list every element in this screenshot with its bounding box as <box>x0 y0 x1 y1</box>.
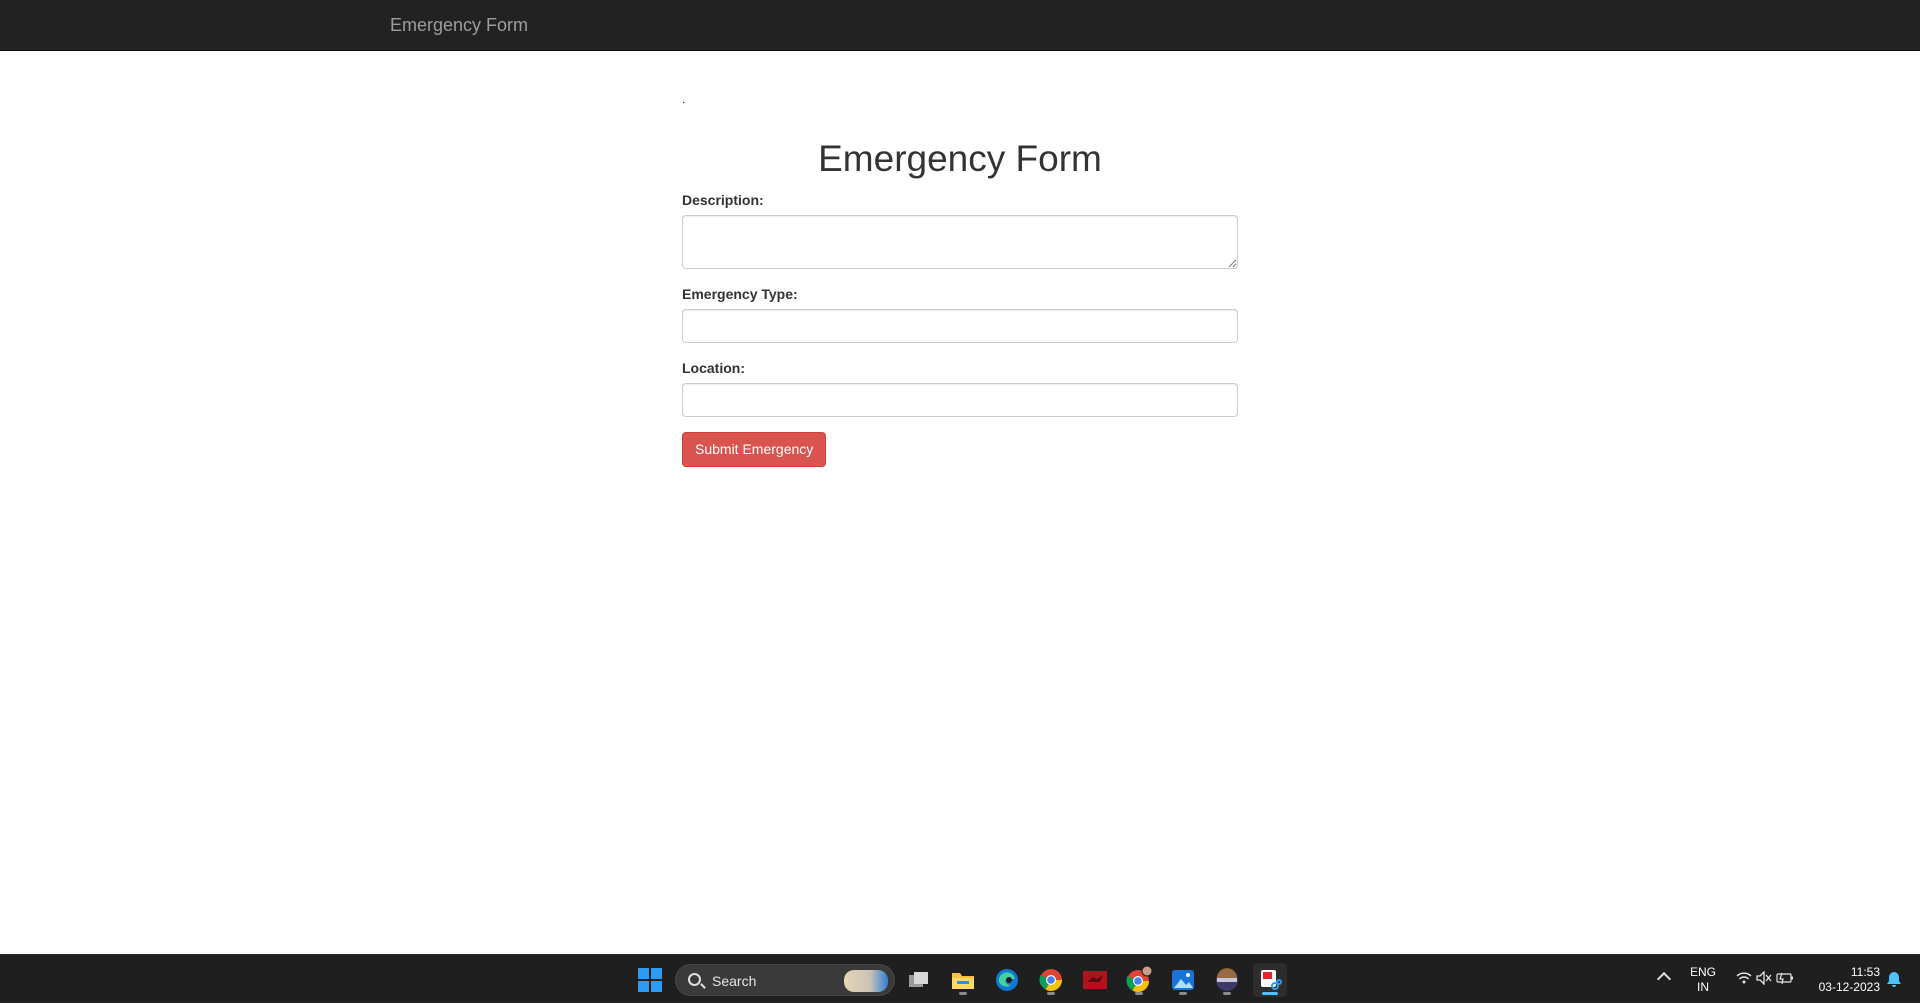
photos-button[interactable] <box>1166 963 1200 997</box>
emergency-type-input[interactable] <box>682 309 1238 343</box>
description-textarea[interactable] <box>682 215 1238 269</box>
search-highlight-icon <box>844 970 888 992</box>
active-indicator <box>1262 992 1278 995</box>
file-explorer-icon <box>952 973 974 989</box>
task-view-icon <box>909 972 928 987</box>
red-app-button[interactable] <box>1078 963 1112 997</box>
media-app-icon <box>1216 968 1238 991</box>
location-label: Location: <box>682 360 745 376</box>
snipping-tool-button[interactable] <box>1253 963 1287 997</box>
clock-date: 03-12-2023 <box>1818 980 1880 994</box>
wifi-icon <box>1736 972 1752 984</box>
media-app-button[interactable] <box>1210 963 1244 997</box>
chrome-profile-button[interactable] <box>1122 963 1156 997</box>
language-bottom: IN <box>1697 980 1709 994</box>
description-label: Description: <box>682 192 764 208</box>
notification-bell-icon[interactable] <box>1886 971 1902 988</box>
chrome-icon <box>1039 969 1062 991</box>
navbar-brand[interactable]: Emergency Form <box>390 14 528 36</box>
clock-time: 11:53 <box>1850 965 1880 979</box>
description-group: Description: <box>682 191 1238 269</box>
location-group: Location: <box>682 359 1238 417</box>
volume-muted-icon <box>1756 971 1772 985</box>
taskbar-search[interactable]: Search <box>675 964 895 996</box>
page-title: Emergency Form <box>818 138 1102 179</box>
submit-row: Submit Emergency <box>682 432 1238 467</box>
start-button[interactable] <box>633 963 667 997</box>
search-placeholder: Search <box>712 973 757 989</box>
battery-charging-icon <box>1776 972 1793 984</box>
emergency-type-label: Emergency Type: <box>682 286 798 302</box>
edge-icon <box>996 969 1018 991</box>
edge-button[interactable] <box>990 963 1024 997</box>
chrome-button[interactable] <box>1034 963 1068 997</box>
search-icon <box>688 973 701 986</box>
taskbar: Search ENG IN 11:53 03-12-2023 <box>0 954 1920 1003</box>
running-indicator <box>1047 992 1055 995</box>
task-view-button[interactable] <box>902 963 936 997</box>
chrome-profile-icon <box>1126 966 1153 992</box>
system-tray-status[interactable] <box>1732 955 1793 1004</box>
submit-emergency-button[interactable]: Submit Emergency <box>682 432 827 467</box>
running-indicator <box>1179 992 1187 995</box>
main-content: . Emergency Form Description: Emergency … <box>0 51 1920 954</box>
photos-icon <box>1172 970 1194 990</box>
emergency-type-group: Emergency Type: <box>682 285 1238 343</box>
running-indicator <box>1135 992 1143 995</box>
clock[interactable]: 11:53 03-12-2023 <box>1810 955 1880 1004</box>
language-top: ENG <box>1689 965 1716 979</box>
location-input[interactable] <box>682 383 1238 417</box>
show-hidden-icons-chevron-icon[interactable] <box>1656 971 1672 987</box>
start-icon <box>638 968 662 992</box>
snipping-tool-icon <box>1261 970 1282 990</box>
stray-dot-text: . <box>682 92 686 106</box>
running-indicator <box>1223 992 1231 995</box>
running-indicator <box>959 992 967 995</box>
red-app-icon <box>1083 971 1107 989</box>
language-indicator[interactable]: ENG IN <box>1688 955 1718 1004</box>
navbar: Emergency Form <box>0 0 1920 51</box>
form-container: Emergency Form Description: Emergency Ty… <box>682 137 1238 467</box>
file-explorer-button[interactable] <box>946 963 980 997</box>
